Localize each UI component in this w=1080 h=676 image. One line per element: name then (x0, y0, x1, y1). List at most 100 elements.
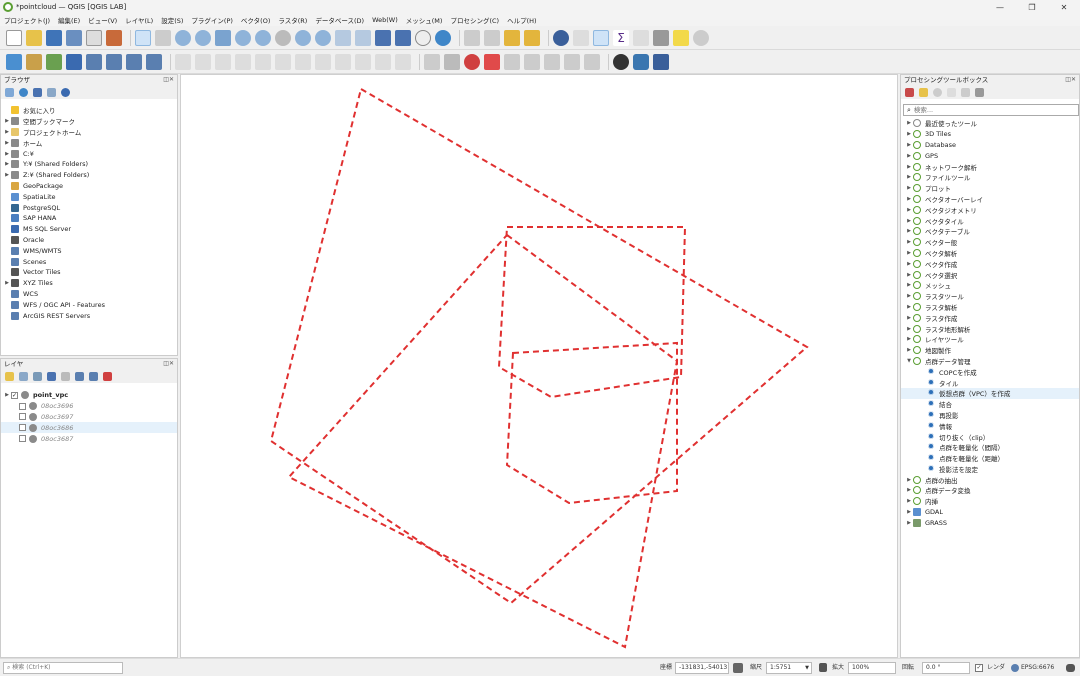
crs-globe-icon[interactable] (1011, 664, 1019, 672)
zoom-to-layer-icon[interactable] (255, 29, 271, 46)
expand-arrow-icon[interactable]: ▶ (905, 196, 913, 202)
identify-icon[interactable] (553, 29, 569, 46)
attribute-table-icon[interactable] (573, 29, 589, 46)
temporal-controller-icon[interactable] (415, 29, 431, 46)
expand-arrow-icon[interactable]: ▶ (905, 498, 913, 504)
expand-arrow-icon[interactable]: ▶ (905, 326, 913, 332)
processing-toolbox-icon[interactable] (593, 29, 609, 46)
minimize-button[interactable]: — (984, 0, 1016, 14)
expand-arrow-icon[interactable]: ▶ (3, 151, 11, 157)
pin-label-icon[interactable] (464, 53, 480, 70)
toolbox-item[interactable]: ▶ 内挿 (901, 496, 1079, 507)
add-pointcloud-icon[interactable] (146, 53, 162, 70)
browser-item[interactable]: GeoPackage (1, 181, 177, 192)
toolbox-item[interactable]: ▼ 点群データ管理 (901, 356, 1079, 367)
expand-arrow-icon[interactable]: ▶ (905, 250, 913, 256)
new-geopackage-icon[interactable] (26, 53, 42, 70)
expand-arrow-icon[interactable]: ▶ (905, 207, 913, 213)
zoom-next-icon[interactable] (315, 29, 331, 46)
expand-arrow-icon[interactable]: ▶ (905, 261, 913, 267)
toolbox-item[interactable]: ✹ 投影法を設定 (901, 464, 1079, 475)
show-hide-label-icon[interactable] (564, 53, 580, 70)
expand-arrow-icon[interactable]: ▶ (905, 142, 913, 148)
collapse-all-icon[interactable] (47, 87, 56, 97)
paste-features-icon[interactable] (355, 53, 371, 70)
filter-expression-icon[interactable] (61, 371, 70, 381)
add-wfs-icon[interactable] (126, 53, 142, 70)
rotation-field[interactable]: 0.0 ° (922, 662, 970, 674)
scale-field[interactable]: 1:5751 ▼ (766, 662, 812, 674)
bookmark-new-icon[interactable] (375, 29, 391, 46)
layer-item[interactable]: 08oc3697 (1, 412, 177, 423)
browser-item[interactable]: ▶ ホーム (1, 137, 177, 148)
deselect-icon[interactable] (504, 29, 520, 46)
layout-manager-icon[interactable] (106, 29, 122, 46)
add-layer-icon[interactable] (5, 87, 14, 97)
browser-item[interactable]: ▶ C:¥ (1, 148, 177, 159)
field-calculator-icon[interactable] (633, 29, 649, 46)
expand-arrow-icon[interactable]: ▶ (905, 347, 913, 353)
collapse-all-icon[interactable] (89, 371, 98, 381)
layer-visibility-checkbox[interactable] (19, 402, 26, 410)
annotation-icon[interactable] (673, 29, 689, 46)
layer-visibility-checkbox[interactable] (19, 424, 26, 432)
refresh-icon[interactable] (19, 87, 28, 97)
vertex-tool-icon[interactable] (255, 53, 271, 70)
toolbox-item[interactable]: ▶ ファイルツール (901, 172, 1079, 183)
expand-arrow-icon[interactable]: ▼ (905, 358, 913, 364)
redo-icon[interactable] (395, 53, 411, 70)
expand-arrow-icon[interactable]: ▶ (905, 487, 913, 493)
edit-features-inplace-icon[interactable] (961, 87, 970, 97)
plugin-globe-icon[interactable] (613, 53, 629, 70)
zoom-native-icon[interactable] (275, 29, 291, 46)
browser-item[interactable]: SpatiaLite (1, 191, 177, 202)
lock-scale-icon[interactable] (819, 663, 827, 672)
scripts-icon[interactable] (919, 87, 928, 97)
save-project-icon[interactable] (46, 29, 62, 46)
toolbox-item[interactable]: ▶ ベクタ作成 (901, 258, 1079, 269)
statistics-sigma-icon[interactable]: Σ (613, 29, 629, 46)
toolbox-item[interactable]: ▶ GDAL (901, 507, 1079, 518)
toggle-editing-icon[interactable] (195, 53, 211, 70)
settings-gear-icon[interactable] (693, 29, 709, 46)
digitize-icon[interactable] (235, 53, 251, 70)
expand-arrow-icon[interactable]: ▶ (3, 129, 11, 135)
close-button[interactable]: ✕ (1048, 0, 1080, 14)
expand-arrow-icon[interactable]: ▶ (905, 336, 913, 342)
layer-visibility-checkbox[interactable]: ✓ (11, 391, 18, 399)
toolbox-item[interactable]: ✹ 情報 (901, 420, 1079, 431)
rotate-label-icon[interactable] (524, 53, 540, 70)
zoom-last-icon[interactable] (295, 29, 311, 46)
toolbox-item[interactable]: ▶ GPS (901, 150, 1079, 161)
expand-arrow-icon[interactable]: ▶ (905, 153, 913, 159)
label-properties-icon[interactable] (584, 53, 600, 70)
browser-item[interactable]: ▶ Y:¥ (Shared Folders) (1, 159, 177, 170)
show-bookmarks-icon[interactable] (395, 29, 411, 46)
expand-arrow-icon[interactable]: ▶ (905, 164, 913, 170)
toolbox-item[interactable]: ▶ ベクタテーブル (901, 226, 1079, 237)
browser-item[interactable]: ArcGIS REST Servers (1, 310, 177, 321)
new-project-icon[interactable] (6, 29, 22, 46)
open-layer-styling-icon[interactable] (5, 371, 14, 381)
new-3d-map-icon[interactable] (355, 29, 371, 46)
menu-plugins[interactable]: プラグイン(P) (191, 15, 233, 25)
maximize-button[interactable]: ❐ (1016, 0, 1048, 14)
label-toolbar-icon[interactable] (424, 53, 440, 70)
pan-hand-icon[interactable] (135, 29, 151, 46)
options-wrench-icon[interactable] (975, 87, 984, 97)
browser-item[interactable]: MS SQL Server (1, 224, 177, 235)
toolbox-item[interactable]: ✹ 切り抜く（clip） (901, 431, 1079, 442)
messages-icon[interactable] (1066, 664, 1075, 672)
toolbox-item[interactable]: ✹ 結合 (901, 399, 1079, 410)
toolbox-item[interactable]: ▶ レイヤツール (901, 334, 1079, 345)
toolbox-item[interactable]: ▶ 最近使ったツール (901, 118, 1079, 129)
toolbox-item[interactable]: ✹ 仮想点群（VPC）を作成 (901, 387, 1079, 399)
browser-item[interactable]: WCS (1, 289, 177, 300)
expand-arrow-icon[interactable]: ▶ (905, 185, 913, 191)
expand-arrow-icon[interactable]: ▶ (3, 392, 11, 398)
expand-arrow-icon[interactable]: ▶ (3, 280, 11, 286)
toolbox-item[interactable]: ▶ 地図製作 (901, 345, 1079, 356)
expand-arrow-icon[interactable]: ▶ (3, 140, 11, 146)
help-icon[interactable] (653, 53, 669, 70)
browser-item[interactable]: SAP HANA (1, 213, 177, 224)
